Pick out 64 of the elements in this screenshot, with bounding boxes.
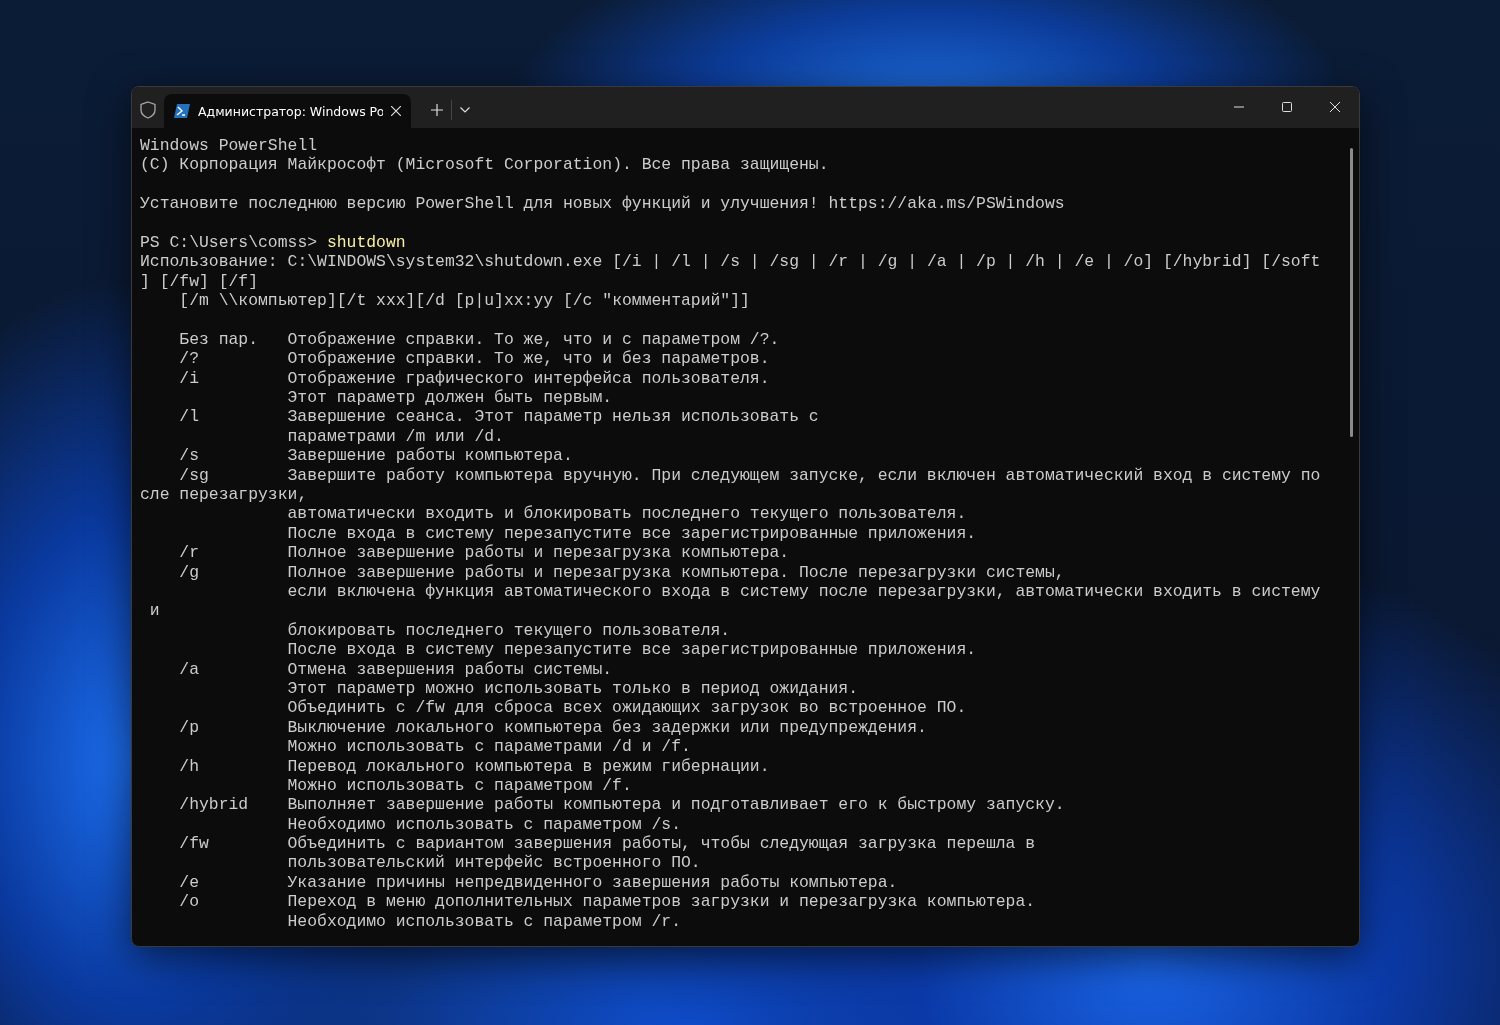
option-description: Отображение справки. То же, что и без параметров.: [287, 349, 770, 369]
option-name: /h: [179, 756, 200, 776]
output-text: Windows PowerShell: [140, 136, 318, 156]
command-text: shutdown: [326, 232, 406, 253]
option-description: Этот параметр можно использовать только в период ожидания.: [287, 678, 859, 699]
option-description: параметрами /m или /d.: [287, 426, 504, 447]
tab-title: Администратор: Windows Po: [198, 103, 383, 119]
option-description: Можно использовать с параметрами /d и /f.: [287, 737, 691, 757]
option-name: /i: [179, 368, 200, 389]
option-name: /o: [179, 892, 200, 912]
output-text: сле перезагрузки,: [140, 485, 308, 505]
option-description: После входа в систему перезапустите все зарегистрированные приложения.: [287, 640, 977, 660]
option-description: пользовательский интерфейс встроенного ПО.: [287, 853, 701, 873]
option-description: Объединить с /fw для сброса всех ожидающих загрузок во встроенное ПО.: [287, 698, 967, 718]
close-icon[interactable]: [1330, 102, 1340, 112]
option-description: Необходимо использовать с параметром /s.: [287, 814, 681, 835]
option-name: /g: [179, 562, 200, 582]
option-description: Перевод локального компьютера в режим гибернации.: [287, 756, 770, 776]
scrollbar-thumb[interactable]: [1350, 148, 1353, 437]
prompt-text: PS C:\Users\comss>: [140, 232, 318, 253]
option-description: Отмена завершения работы системы.: [287, 659, 613, 679]
output-text: (C) Корпорация Майкрософт (Microsoft Corporation). Все права защищены.: [140, 155, 829, 175]
option-description: Отображение справки. То же, что и с параметром /?.: [287, 329, 780, 350]
option-description: Выключение локального компьютера без задержки или предупреждения.: [287, 717, 927, 738]
option-description: Отображение графического интерфейса пользователя.: [287, 368, 770, 389]
terminal-tab[interactable]: Администратор: Windows Po: [164, 94, 411, 128]
plus-icon[interactable]: [431, 103, 443, 116]
option-name: /e: [179, 872, 200, 893]
output-text: и: [149, 601, 160, 621]
option-description: Полное завершение работы и перезагрузка компьютера. После перезагрузки системы,: [287, 562, 1065, 582]
option-description: блокировать последнего текущего пользователя.: [287, 620, 731, 641]
maximize-icon[interactable]: [1282, 102, 1292, 112]
option-name: /l: [179, 407, 200, 427]
shield-icon: [140, 100, 156, 119]
option-name: /a: [179, 659, 200, 679]
close-icon[interactable]: [391, 106, 401, 116]
option-name: /sg: [179, 465, 209, 486]
option-name: /hybrid: [179, 795, 249, 815]
option-description: автоматически входить и блокировать последнего текущего пользователя.: [287, 504, 967, 524]
output-text: ] [/fw] [/f]: [140, 271, 259, 292]
option-name: /s: [179, 446, 200, 466]
output-text: Использование: C:\WINDOWS\system32\shutdown.exe [/i | /l | /s | /sg | /r | /g | /a | /p | /h | /e | /o] [/hybrid] [/soft: [140, 252, 1321, 272]
option-name: Без пар.: [179, 329, 259, 350]
powershell-icon: [174, 104, 190, 118]
option-description: Выполняет завершение работы компьютера и подготавливает его к быстрому запуску.: [287, 795, 1065, 815]
option-description: Этот параметр должен быть первым.: [287, 388, 613, 408]
option-name: /?: [179, 349, 200, 369]
option-description: Завершение сеанса. Этот параметр нельзя использовать с: [287, 407, 819, 427]
option-description: если включена функция автоматического входа в систему после перезагрузки, автоматически входить в систему: [287, 582, 1321, 602]
output-text: Установите последнюю версию PowerShell для новых функций и улучшения! https://aka.ms/PSWindows: [140, 194, 1065, 214]
chevron-down-icon[interactable]: [460, 106, 470, 113]
option-description: Полное завершение работы и перезагрузка компьютера.: [287, 543, 790, 563]
option-description: Завершите работу компьютера вручную. При следующем запуске, если включен автоматический вход в систему по: [287, 465, 1321, 486]
option-description: Переход в меню дополнительных параметров загрузки и перезагрузка компьютера.: [287, 892, 1036, 912]
option-description: Завершение работы компьютера.: [287, 446, 573, 466]
option-description: Необходимо использовать с параметром /r.: [287, 911, 681, 932]
option-description: Можно использовать с параметром /f.: [287, 775, 632, 796]
option-description: Объединить с вариантом завершения работы, чтобы следующая загрузка перешла в: [287, 834, 1036, 854]
option-name: /r: [179, 543, 200, 563]
option-name: /fw: [179, 834, 209, 854]
output-text: [/m \\компьютер][/t xxx][/d [p|u]xx:yy [/c "комментарий"]]: [179, 291, 750, 311]
option-description: Указание причины непредвиденного завершения работы компьютера.: [287, 872, 898, 893]
option-name: /p: [179, 717, 200, 738]
option-description: После входа в систему перезапустите все зарегистрированные приложения.: [287, 523, 977, 544]
